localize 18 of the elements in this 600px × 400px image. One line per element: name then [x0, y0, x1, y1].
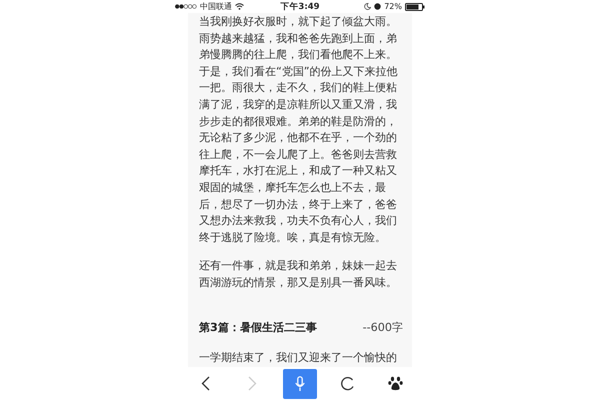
back-icon [200, 376, 210, 391]
article-paragraph: 当我刚换好衣服时，就下起了倾盆大雨。雨势越来越猛，我和爸爸先跑到上面，弟弟慢腾腾的往上爬，我们看他爬不上来。于是，我们看在“党国”的份上又下来拉他一把。雨很大，走不久，我们的鞋上便粘满了泥，我穿的是凉鞋所以又重又滑，我步步走的都很艰难。弟弟的鞋是防滑的，无论粘了多少泥，他都不在乎，一个劲的往上爬，不一会儿爬了上。爸爸则去营救摩托车，水打在泥上，和成了一种又粘又艰固的城堡，摩托车怎么也上不去，最后，想尽了一切办法，终于上来了，爸爸又想办法来救我，功夫不负有心人，我们终于逃脱了险境。唉，真是有惊无险。 [199, 14, 399, 246]
carrier-name: 中国联通 [200, 1, 232, 12]
chapter-title: 第3篇：暑假生活二三事 [199, 320, 317, 336]
forward-icon [248, 376, 257, 391]
article-paragraph: 还有一件事，就是我和弟弟，妹妹一起去西湖游玩的情景，那又是别具一番风味。 [199, 258, 398, 291]
paw-icon [388, 376, 402, 391]
voice-button[interactable] [283, 368, 317, 398]
battery-icon [405, 2, 425, 10]
word-count: --600字 [362, 320, 403, 336]
moon-icon [364, 3, 372, 10]
status-time: 下午3:49 [280, 0, 320, 12]
signal-icon [175, 4, 197, 9]
wifi-icon [235, 3, 244, 10]
article-paragraph: 一学期结束了，我们又迎来了一个愉快的 [199, 350, 398, 366]
refresh-icon [340, 376, 355, 391]
battery-percent: 72% [384, 2, 402, 11]
microphone-icon [295, 376, 305, 392]
